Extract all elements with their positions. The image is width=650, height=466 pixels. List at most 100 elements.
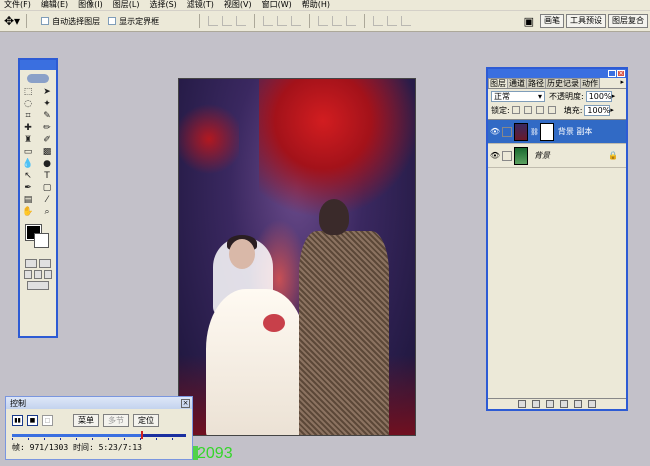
distribute-vcenter-icon[interactable] xyxy=(332,16,343,26)
type-tool-icon[interactable]: T xyxy=(39,171,56,182)
magic-wand-tool-icon[interactable]: ✦ xyxy=(39,99,56,110)
file-browser-icon[interactable]: ▣ xyxy=(524,15,534,28)
play-pause-icon[interactable]: ▮▮ xyxy=(12,414,23,426)
link-brush-icon[interactable] xyxy=(502,126,512,137)
gradient-tool-icon[interactable]: ▩ xyxy=(39,147,56,158)
shape-tool-icon[interactable]: ▢ xyxy=(39,183,56,194)
align-right-icon[interactable] xyxy=(291,16,302,26)
brush-tool-icon[interactable]: ✏ xyxy=(39,123,56,134)
crop-tool-icon[interactable]: ⌗ xyxy=(20,111,37,122)
path-selection-tool-icon[interactable]: ↖ xyxy=(20,171,37,182)
menu-image[interactable]: 图像(I) xyxy=(78,0,103,10)
toolbox-titlebar[interactable] xyxy=(20,60,56,70)
show-bounding-box-checkbox[interactable] xyxy=(108,17,117,25)
slice-tool-icon[interactable]: ✎ xyxy=(39,111,56,122)
chain-link-icon[interactable]: ⛓ xyxy=(530,128,539,136)
menu-help[interactable]: 帮助(H) xyxy=(302,0,330,10)
fill-input[interactable]: 100% xyxy=(584,104,611,116)
screen-mode-full-menu-icon[interactable] xyxy=(34,270,42,279)
align-hcenter-icon[interactable] xyxy=(277,16,288,26)
tab-history[interactable]: 历史记录 xyxy=(545,78,581,88)
align-vcenter-icon[interactable] xyxy=(222,16,233,26)
pen-tool-icon[interactable]: ✒ xyxy=(20,183,37,194)
stop-icon[interactable]: ■ xyxy=(27,414,38,426)
opacity-arrow-icon[interactable]: ▸ xyxy=(612,92,616,100)
feather-logo-icon[interactable] xyxy=(20,70,56,86)
panel-menu-arrow-icon[interactable]: ▸ xyxy=(620,78,626,88)
minimize-icon[interactable]: _ xyxy=(608,70,616,77)
lock-pixels-icon[interactable] xyxy=(523,106,532,114)
menu-filter[interactable]: 滤镜(T) xyxy=(187,0,214,10)
close-icon[interactable]: × xyxy=(181,398,190,408)
eyedropper-tool-icon[interactable]: ⁄ xyxy=(39,195,56,206)
zoom-tool-icon[interactable]: ⌕ xyxy=(39,207,56,218)
menu-edit[interactable]: 编辑(E) xyxy=(41,0,68,10)
distribute-right-icon[interactable] xyxy=(401,16,412,26)
screen-mode-standard-icon[interactable] xyxy=(24,270,32,279)
menu-button[interactable]: 菜单 xyxy=(73,413,99,427)
layers-titlebar[interactable]: _ × xyxy=(488,69,626,78)
add-mask-icon[interactable] xyxy=(532,400,540,408)
menu-window[interactable]: 窗口(W) xyxy=(262,0,292,10)
playhead-marker[interactable] xyxy=(140,431,143,439)
quick-mask-mode-icon[interactable] xyxy=(39,259,51,268)
tab-layers[interactable]: 图层 xyxy=(488,78,508,88)
tab-channels[interactable]: 通道 xyxy=(507,78,527,88)
distribute-left-icon[interactable] xyxy=(373,16,384,26)
opacity-input[interactable]: 100% xyxy=(585,90,612,102)
menu-layer[interactable]: 图层(L) xyxy=(113,0,140,10)
layer-row[interactable]: 👁 ⛓ 背景 副本 xyxy=(488,120,626,144)
lock-position-icon[interactable] xyxy=(535,106,544,114)
delete-layer-icon[interactable] xyxy=(588,400,596,408)
layer-name[interactable]: 背景 副本 xyxy=(558,126,593,137)
menu-file[interactable]: 文件(F) xyxy=(4,0,31,10)
hand-tool-icon[interactable]: ✋ xyxy=(20,207,37,218)
link-brush-icon[interactable] xyxy=(502,150,512,161)
marquee-tool-icon[interactable]: ⬚ xyxy=(20,87,37,98)
align-left-icon[interactable] xyxy=(263,16,274,26)
tab-actions[interactable]: 动作 xyxy=(580,78,600,88)
multi-section-button[interactable]: 多节 xyxy=(103,413,129,427)
lock-transparency-icon[interactable] xyxy=(511,106,520,114)
distribute-top-icon[interactable] xyxy=(318,16,329,26)
adjustment-layer-icon[interactable] xyxy=(560,400,568,408)
close-icon[interactable]: × xyxy=(617,70,625,77)
screen-mode-full-icon[interactable] xyxy=(44,270,52,279)
lock-all-icon[interactable] xyxy=(547,106,556,114)
dodge-tool-icon[interactable]: ● xyxy=(39,159,56,170)
new-set-icon[interactable] xyxy=(546,400,554,408)
layer-name[interactable]: 背景 xyxy=(534,150,550,161)
healing-brush-tool-icon[interactable]: ✚ xyxy=(20,123,37,134)
playback-timeline[interactable] xyxy=(12,430,186,440)
move-tool-icon[interactable]: ✥▾ xyxy=(4,15,20,27)
visibility-eye-icon[interactable]: 👁 xyxy=(488,151,502,160)
align-top-icon[interactable] xyxy=(208,16,219,26)
jump-to-imageready-icon[interactable] xyxy=(27,281,49,290)
step-icon[interactable]: □ xyxy=(42,414,53,426)
tab-tool-presets[interactable]: 工具预设 xyxy=(566,14,606,28)
background-color-swatch[interactable] xyxy=(34,233,49,248)
layer-style-icon[interactable] xyxy=(518,400,526,408)
distribute-hcenter-icon[interactable] xyxy=(387,16,398,26)
move-tool-icon[interactable]: ➤ xyxy=(39,87,56,98)
align-bottom-icon[interactable] xyxy=(236,16,247,26)
menu-view[interactable]: 视图(V) xyxy=(224,0,252,10)
standard-mode-icon[interactable] xyxy=(25,259,37,268)
auto-select-layer-option[interactable]: 自动选择图层 xyxy=(41,16,100,27)
layer-mask-thumbnail[interactable] xyxy=(539,122,554,141)
tab-layer-comps[interactable]: 图层复合 xyxy=(608,14,648,28)
locate-button[interactable]: 定位 xyxy=(133,413,159,427)
fill-arrow-icon[interactable]: ▸ xyxy=(610,106,614,114)
tab-paths[interactable]: 路径 xyxy=(526,78,546,88)
new-layer-icon[interactable] xyxy=(574,400,582,408)
menu-select[interactable]: 选择(S) xyxy=(149,0,176,10)
blend-mode-select[interactable]: 正常 ▾ xyxy=(491,90,545,102)
distribute-bottom-icon[interactable] xyxy=(346,16,357,26)
control-titlebar[interactable]: 控制 × xyxy=(6,397,192,409)
eraser-tool-icon[interactable]: ▭ xyxy=(20,147,37,158)
document-canvas-photo[interactable] xyxy=(178,78,416,436)
clone-stamp-tool-icon[interactable]: ♜ xyxy=(20,135,37,146)
auto-select-layer-checkbox[interactable] xyxy=(41,17,50,25)
history-brush-tool-icon[interactable]: ✐ xyxy=(39,135,56,146)
notes-tool-icon[interactable]: ▤ xyxy=(20,195,37,206)
